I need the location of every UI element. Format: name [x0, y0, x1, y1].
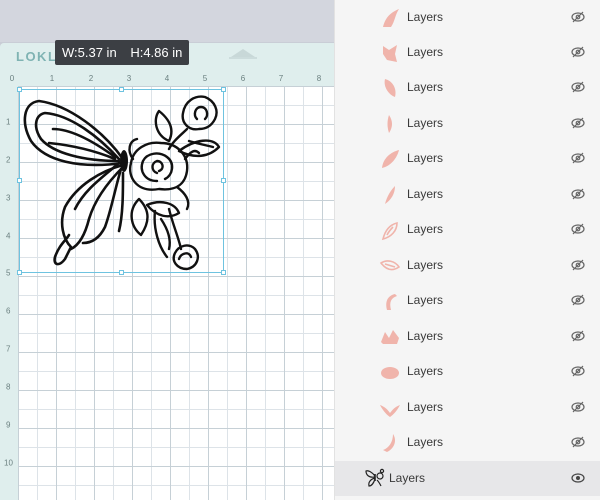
- layer-row[interactable]: Layers: [335, 283, 600, 318]
- ruler-tick: 1: [49, 74, 55, 83]
- ruler-tick: 7: [6, 344, 11, 354]
- ruler-tick: 2: [88, 74, 94, 83]
- eye-off-icon[interactable]: [571, 436, 585, 448]
- sliver-icon: [383, 434, 395, 452]
- layer-label: Layers: [407, 45, 444, 59]
- ruler-tick: 3: [6, 193, 11, 203]
- layer-label: Layers: [407, 293, 444, 307]
- ruler-tick: 3: [126, 74, 132, 83]
- layer-row[interactable]: Layers: [335, 319, 600, 354]
- resize-handle-top[interactable]: [119, 87, 124, 92]
- ruler-tick: 6: [240, 74, 246, 83]
- dimension-tooltip: W:5.37 in H:4.86 in: [55, 40, 190, 65]
- eye-off-icon[interactable]: [571, 46, 585, 58]
- width-readout: W:5.37 in: [62, 45, 117, 60]
- ruler-tick: 7: [278, 74, 284, 83]
- eye-off-icon[interactable]: [571, 294, 585, 306]
- layer-row[interactable]: Layers: [335, 0, 600, 35]
- butterfly-thumb-icon: [365, 468, 385, 487]
- canvas-top-bar: [0, 0, 334, 42]
- layer-label: Layers: [407, 116, 444, 130]
- ruler-tick: 10: [4, 458, 13, 468]
- eye-off-icon[interactable]: [571, 117, 585, 129]
- layer-group-row[interactable]: Layers: [335, 461, 600, 496]
- eye-off-icon[interactable]: [571, 330, 585, 342]
- leaf-curve-icon: [384, 79, 396, 97]
- layer-label: Layers: [407, 10, 444, 24]
- eye-off-icon[interactable]: [571, 81, 585, 93]
- ruler-tick: 1: [6, 117, 11, 127]
- ruler-tick: 5: [202, 74, 208, 83]
- selection-box[interactable]: [19, 89, 224, 273]
- layer-label: Layers: [407, 187, 444, 201]
- layer-label: Layers: [407, 222, 444, 236]
- design-canvas[interactable]: LOKLI 0 1 2 3 4 5 6 7 8 1 2 3 4 5 6 7 8 …: [0, 0, 334, 500]
- layer-label: Layers: [407, 329, 444, 343]
- layer-label: Layers: [407, 435, 444, 449]
- layer-row[interactable]: Layers: [335, 70, 600, 105]
- layer-row[interactable]: Layers: [335, 141, 600, 176]
- resize-handle-top-right[interactable]: [221, 87, 226, 92]
- outline-petal-icon: [379, 260, 401, 271]
- ruler-tick: 5: [6, 268, 11, 278]
- petal-tip-icon: [382, 150, 399, 168]
- resize-handle-bottom-right[interactable]: [221, 270, 226, 275]
- layer-label: Layers: [389, 471, 426, 485]
- layer-row[interactable]: Layers: [335, 248, 600, 283]
- eye-icon[interactable]: [571, 472, 585, 484]
- leaf-notched-icon: [383, 45, 397, 62]
- eye-off-icon[interactable]: [571, 259, 585, 271]
- layer-label: Layers: [407, 80, 444, 94]
- resize-handle-right[interactable]: [221, 178, 226, 183]
- layer-row[interactable]: Layers: [335, 177, 600, 212]
- resize-handle-bottom[interactable]: [119, 270, 124, 275]
- eye-off-icon[interactable]: [571, 401, 585, 413]
- crown-icon: [381, 330, 399, 344]
- eye-off-icon[interactable]: [571, 152, 585, 164]
- wing-petal-icon: [380, 405, 400, 417]
- height-readout: H:4.86 in: [130, 45, 183, 60]
- ruler-tick: 4: [164, 74, 170, 83]
- eye-off-icon[interactable]: [571, 365, 585, 377]
- layer-row[interactable]: Layers: [335, 35, 600, 70]
- mat-handle-icon[interactable]: [229, 47, 257, 59]
- ruler-tick: 6: [6, 306, 11, 316]
- oval-petal-icon: [381, 367, 399, 379]
- petal-curl-icon: [383, 9, 399, 27]
- layer-label: Layers: [407, 258, 444, 272]
- hook-icon: [386, 294, 397, 310]
- eye-off-icon[interactable]: [571, 11, 585, 23]
- layer-row[interactable]: Layers: [335, 212, 600, 247]
- layer-label: Layers: [407, 400, 444, 414]
- outline-leaf-icon: [381, 221, 398, 241]
- eye-off-icon[interactable]: [571, 188, 585, 200]
- layer-row[interactable]: Layers: [335, 106, 600, 141]
- resize-handle-bottom-left[interactable]: [17, 270, 22, 275]
- ruler-tick: 9: [6, 420, 11, 430]
- leaf-slim-icon: [385, 186, 395, 204]
- resize-handle-top-left[interactable]: [17, 87, 22, 92]
- ruler-tick: 0: [9, 74, 15, 83]
- layers-panel: Layers Layers Layers Layers Layers Layer…: [334, 0, 600, 500]
- ruler-tick: 8: [316, 74, 322, 83]
- leaf-thin-icon: [387, 115, 392, 133]
- ruler-tick: 2: [6, 155, 11, 165]
- layer-row[interactable]: Layers: [335, 425, 600, 460]
- layer-row[interactable]: Layers: [335, 390, 600, 425]
- layer-row[interactable]: Layers: [335, 354, 600, 389]
- layer-label: Layers: [407, 364, 444, 378]
- eye-off-icon[interactable]: [571, 223, 585, 235]
- resize-handle-left[interactable]: [17, 178, 22, 183]
- ruler-tick: 8: [6, 382, 11, 392]
- ruler-tick: 4: [6, 231, 11, 241]
- layer-label: Layers: [407, 151, 444, 165]
